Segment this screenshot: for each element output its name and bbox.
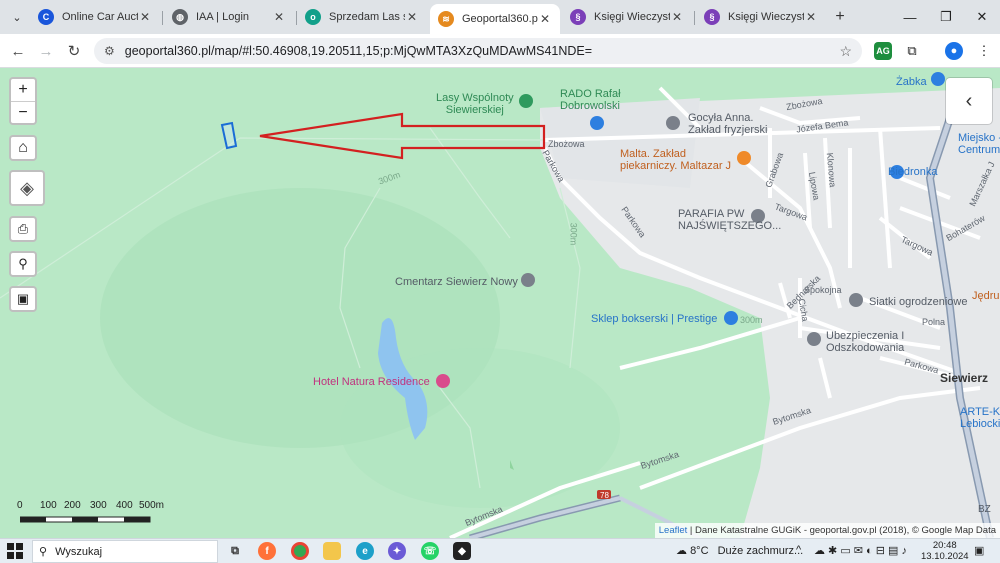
geoportal-logo-icon: ≋ — [438, 11, 454, 27]
map-attribution: Leaflet | Dane Katastralne GUGiK - geopo… — [654, 523, 1000, 538]
scale-bar: 0 100 200 300 400 500m — [14, 500, 174, 530]
close-tab-icon[interactable]: ✕ — [538, 12, 552, 26]
search-control: ⚲ — [9, 251, 37, 277]
close-tab-icon[interactable]: ✕ — [405, 10, 419, 24]
new-tab-plus-icon[interactable]: + — [829, 6, 851, 28]
app-icon[interactable]: ◆ — [453, 542, 471, 560]
tab-search-chevron-icon[interactable]: ⌄ — [6, 6, 28, 28]
task-view-icon[interactable]: ⧉ — [226, 542, 244, 560]
street-polna: Polna — [922, 317, 946, 327]
cloud-icon: ☁ — [676, 545, 687, 557]
browser-toolbar: ← → ↻ ⚙ geoportal360.pl/map/#l:50.46908,… — [0, 34, 1000, 68]
print-icon[interactable]: ⎙ — [11, 218, 35, 240]
frame-icon[interactable]: ▣ — [11, 288, 35, 310]
poi-miejsko[interactable]: Miejsko - G Centrum Ku — [958, 132, 1000, 156]
close-window-icon[interactable]: ✕ — [970, 6, 994, 28]
copilot-icon[interactable]: ✦ — [388, 542, 406, 560]
reload-icon[interactable]: ↻ — [63, 40, 85, 62]
town-siewierz: Siewierz — [940, 371, 989, 385]
elevation-label: 300m — [740, 315, 763, 325]
search-icon[interactable]: ⚲ — [11, 253, 35, 275]
tab-online-car-auctions[interactable]: C Online Car Auctions ✕ — [30, 4, 160, 30]
profile-avatar-icon[interactable]: ● — [945, 42, 963, 60]
street-zbozowa: Zbożowa — [548, 139, 585, 149]
poi-parafia[interactable]: PARAFIA PW NAJŚWIĘTSZEGO... — [678, 208, 781, 232]
dollar-s-icon: § — [704, 9, 720, 25]
firefox-icon[interactable]: f — [258, 542, 276, 560]
tab-iaa-login[interactable]: ◍ IAA | Login ✕ — [164, 4, 294, 30]
show-hidden-icons-chevron-icon[interactable]: ^ — [796, 544, 801, 556]
print-control: ⎙ — [9, 216, 37, 242]
poi-bz: BZ — [978, 504, 991, 515]
car-logo-icon: C — [38, 9, 54, 25]
collapse-panel-chevron-icon[interactable]: ‹ — [946, 78, 992, 124]
close-tab-icon[interactable]: ✕ — [138, 10, 152, 24]
search-icon: ⚲ — [39, 546, 48, 558]
olx-logo-icon: o — [305, 9, 321, 25]
tab-ksiegi-wieczyste-2[interactable]: § Księgi Wieczyste po ✕ — [696, 4, 826, 30]
system-tray-icons[interactable]: ☁ ✱ ▭ ✉ ◐ ⊟ ▤ ♪ — [814, 544, 907, 557]
forward-arrow-icon[interactable]: → — [35, 40, 57, 62]
close-tab-icon[interactable]: ✕ — [670, 10, 684, 24]
map-view[interactable]: Lasy Wspólnoty Siewierskiej RADO Rafał D… — [0, 68, 1000, 538]
edge-icon[interactable]: e — [356, 542, 374, 560]
home-icon[interactable]: ⌂ — [11, 137, 35, 159]
poi-biedronka[interactable]: Biedronka — [888, 166, 938, 178]
zoom-out-button[interactable]: − — [11, 101, 35, 123]
windows-taskbar: ⚲ Wyszukaj ⧉ f e ✦ ☏ ◆ ☁ 8°C Duże zachmu… — [0, 538, 1000, 563]
tab-sprzedam-las[interactable]: o Sprzedam Las sosno ✕ — [297, 4, 427, 30]
poi-lasy-wspolnoty[interactable]: Lasy Wspólnoty Siewierskiej — [436, 92, 514, 116]
minimize-icon[interactable]: — — [898, 6, 922, 28]
layers-control: ◈ — [9, 170, 45, 206]
address-bar[interactable]: ⚙ geoportal360.pl/map/#l:50.46908,19.205… — [94, 38, 862, 64]
basemap — [0, 72, 1000, 538]
poi-sklep-bokserski[interactable]: Sklep bokserski | Prestige — [591, 313, 717, 325]
leaflet-link[interactable]: Leaflet — [659, 525, 688, 536]
tab-ksiegi-wieczyste-1[interactable]: § Księgi Wieczyste po ✕ — [562, 4, 692, 30]
whatsapp-icon[interactable]: ☏ — [421, 542, 439, 560]
poi-rado[interactable]: RADO Rafał Dobrowolski — [560, 88, 621, 112]
poi-zabka[interactable]: Żabka — [896, 76, 927, 88]
globe-icon: ◍ — [172, 9, 188, 25]
weather-widget[interactable]: ☁ 8°C Duże zachmurz... — [676, 544, 803, 557]
zoom-control: + − — [9, 77, 37, 125]
street-spokojna: Spokojna — [804, 285, 842, 295]
scale-ruler — [20, 516, 151, 523]
site-info-icon[interactable]: ⚙ — [104, 44, 115, 58]
poi-cmentarz[interactable]: Cmentarz Siewierz Nowy — [395, 276, 518, 288]
measure-control: ▣ — [9, 286, 37, 312]
poi-jedrus[interactable]: Jędru — [972, 290, 1000, 302]
poi-ubezpieczenia[interactable]: Ubezpieczenia I Odszkodowania — [826, 330, 904, 354]
notifications-icon[interactable]: ▣ — [974, 544, 984, 557]
tab-strip: ⌄ C Online Car Auctions ✕ ◍ IAA | Login … — [0, 0, 1000, 34]
zoom-in-button[interactable]: + — [11, 79, 35, 101]
road-number-78: 78 — [600, 491, 609, 500]
poi-hotel-natura[interactable]: Hotel Natura Residence — [313, 376, 430, 388]
windows-start-icon[interactable] — [7, 543, 23, 559]
tab-geoportal360[interactable]: ≋ Geoportal360.pl - M ✕ — [430, 4, 560, 34]
restore-window-icon[interactable]: ❐ — [934, 6, 958, 28]
poi-gocyla[interactable]: Gocyła Anna. Zakład fryzjerski — [688, 112, 767, 136]
close-tab-icon[interactable]: ✕ — [804, 10, 818, 24]
tab-divider — [694, 11, 695, 25]
chrome-icon[interactable] — [291, 542, 309, 560]
home-control: ⌂ — [9, 135, 37, 161]
poi-arte-k[interactable]: ARTE-K Lebiocki Z — [960, 406, 1000, 430]
dollar-s-icon: § — [570, 9, 586, 25]
tab-divider — [162, 11, 163, 25]
poi-malta[interactable]: Malta. Zakład piekarniczy. Maltazar J — [620, 148, 731, 172]
elevation-label: 300m — [568, 222, 579, 246]
kebab-menu-icon[interactable]: ⋮ — [975, 42, 993, 60]
taskbar-search[interactable]: ⚲ Wyszukaj — [32, 540, 218, 563]
extension-ag-icon[interactable]: AG — [874, 42, 892, 60]
bookmark-star-icon[interactable]: ☆ — [839, 43, 852, 60]
extensions-puzzle-icon[interactable]: ⧉ — [903, 42, 921, 60]
close-tab-icon[interactable]: ✕ — [272, 10, 286, 24]
back-arrow-icon[interactable]: ← — [7, 40, 29, 62]
layers-icon[interactable]: ◈ — [11, 172, 43, 204]
file-explorer-icon[interactable] — [323, 542, 341, 560]
poi-siatki[interactable]: Siatki ogrodzeniowe — [869, 296, 967, 308]
taskbar-clock[interactable]: 20:48 13.10.2024 — [921, 540, 969, 562]
